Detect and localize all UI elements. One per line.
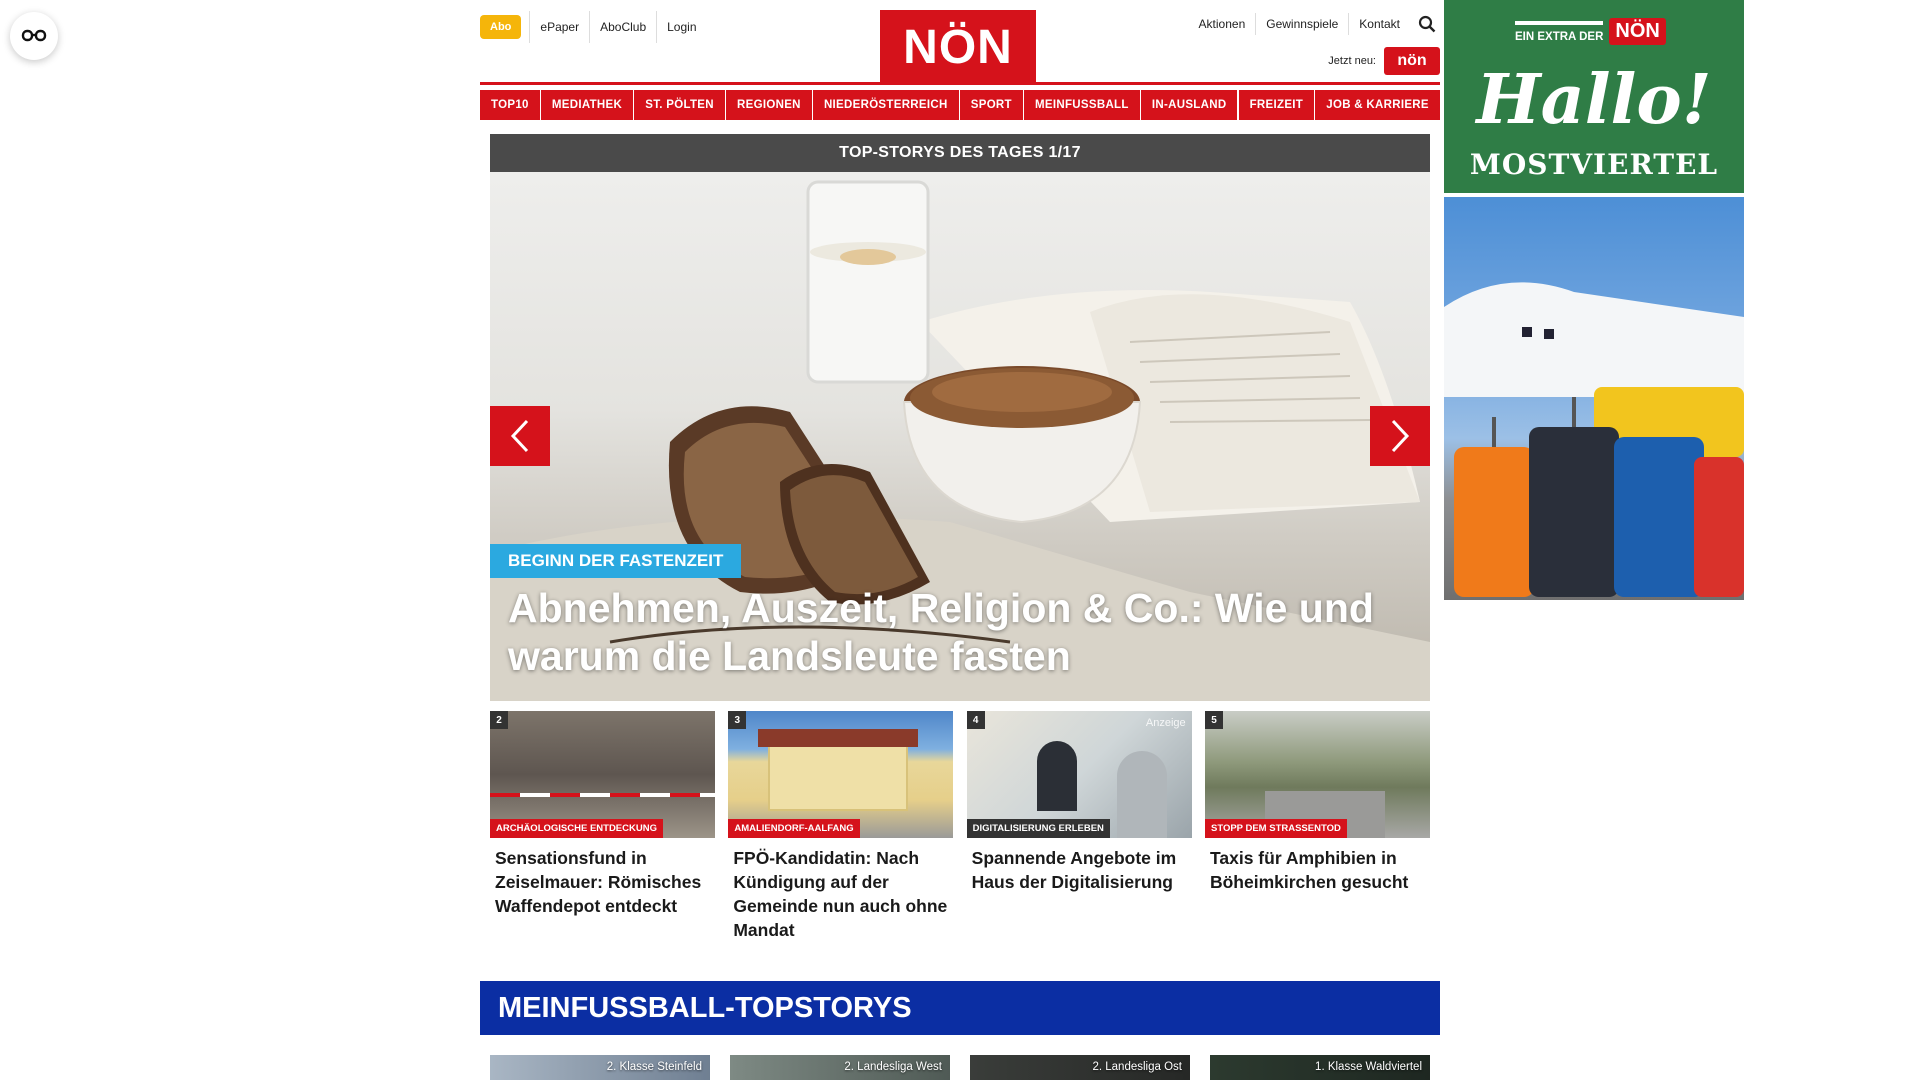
jetzt-neu-promo[interactable]: Jetzt neu: nön bbox=[1328, 47, 1440, 75]
teaser-title[interactable]: Sensationsfund in Zeiselmauer: Römisches… bbox=[490, 838, 715, 918]
football-card[interactable]: 1. Klasse Waldviertel bbox=[1210, 1055, 1430, 1080]
teaser-card[interactable]: 4 Anzeige DIGITALISIERUNG ERLEBEN Spanne… bbox=[966, 711, 1192, 942]
aboclub-link[interactable]: AboClub bbox=[589, 11, 656, 43]
nav-job-karriere[interactable]: JOB & KARRIERE bbox=[1315, 90, 1440, 120]
rank-number: 4 bbox=[966, 711, 985, 729]
nav-sport[interactable]: SPORT bbox=[959, 90, 1023, 120]
meinfussball-section-title[interactable]: MEINFUSSBALL-TOPSTORYS bbox=[480, 981, 1440, 1035]
league-label: 2. Klasse Steinfeld bbox=[606, 1061, 702, 1073]
teaser-card[interactable]: 3 AMALIENDORF-AALFANG FPÖ-Kandidatin: Na… bbox=[728, 711, 954, 942]
airplane-luggage-image bbox=[1444, 282, 1744, 597]
rank-number: 3 bbox=[728, 711, 747, 729]
aktionen-link[interactable]: Aktionen bbox=[1189, 13, 1256, 35]
login-link[interactable]: Login bbox=[656, 11, 706, 43]
header-divider bbox=[480, 82, 1440, 85]
nav-regionen[interactable]: REGIONEN bbox=[726, 90, 812, 120]
search-button[interactable] bbox=[1414, 11, 1440, 37]
teaser-image: 3 AMALIENDORF-AALFANG bbox=[728, 711, 954, 838]
nav-mediathek[interactable]: MEDIATHEK bbox=[540, 90, 634, 120]
story-kicker: BEGINN DER FASTENZEIT bbox=[490, 544, 742, 578]
nav-top10[interactable]: TOP10 bbox=[480, 90, 540, 120]
kids-noen-logo: nön bbox=[1384, 47, 1440, 75]
story-teaser-row: 2 ARCHÄOLOGISCHE ENTDECKUNG Sensationsfu… bbox=[490, 711, 1430, 942]
top-service-bar: Abo ePaper AboClub Login bbox=[480, 10, 707, 44]
kontakt-link[interactable]: Kontakt bbox=[1348, 13, 1410, 35]
main-navigation: TOP10 MEDIATHEK ST. PÖLTEN REGIONEN NIED… bbox=[480, 90, 1440, 120]
ad-hallo-title: Hallo! bbox=[1476, 60, 1712, 140]
site-logo[interactable]: NÖN bbox=[880, 10, 1036, 84]
top-stories-slider: TOP-STORYS DES TAGES 1/17 BEGINN DER FAS… bbox=[490, 134, 1430, 701]
travel-ad-image[interactable] bbox=[1444, 197, 1744, 600]
teaser-card[interactable]: 2 ARCHÄOLOGISCHE ENTDECKUNG Sensationsfu… bbox=[490, 711, 715, 942]
nav-freizeit[interactable]: FREIZEIT bbox=[1238, 90, 1315, 120]
jetzt-neu-label: Jetzt neu: bbox=[1328, 55, 1376, 67]
teaser-title[interactable]: Taxis für Amphibien in Böheimkirchen ges… bbox=[1205, 838, 1430, 894]
abo-button[interactable]: Abo bbox=[480, 15, 522, 39]
nav-niederoesterreich[interactable]: NIEDERÖSTERREICH bbox=[812, 90, 959, 120]
gewinnspiele-link[interactable]: Gewinnspiele bbox=[1255, 13, 1348, 35]
teaser-tag: STOPP DEM STRASSENTOD bbox=[1204, 819, 1347, 838]
header-right-links: Aktionen Gewinnspiele Kontakt bbox=[1189, 10, 1440, 38]
rank-number: 5 bbox=[1204, 711, 1223, 729]
league-label: 2. Landesliga West bbox=[844, 1061, 942, 1073]
chevron-left-icon bbox=[510, 419, 529, 453]
search-icon bbox=[1418, 15, 1436, 33]
accessibility-button[interactable] bbox=[10, 12, 58, 60]
teaser-title[interactable]: FPÖ-Kandidatin: Nach Kündigung auf der G… bbox=[728, 838, 953, 942]
teaser-tag: DIGITALISIERUNG ERLEBEN bbox=[966, 819, 1110, 838]
slider-next-button[interactable] bbox=[1370, 406, 1430, 466]
main-column: Abo ePaper AboClub Login NÖN Aktionen Ge… bbox=[480, 0, 1440, 1080]
teaser-title[interactable]: Spannende Angebote im Haus der Digitalis… bbox=[967, 838, 1192, 894]
nav-st-poelten[interactable]: ST. PÖLTEN bbox=[634, 90, 725, 120]
teaser-tag: AMALIENDORF-AALFANG bbox=[728, 819, 860, 838]
slider-prev-button[interactable] bbox=[490, 406, 550, 466]
rank-number: 2 bbox=[490, 711, 508, 729]
teaser-image: 5 STOPP DEM STRASSENTOD bbox=[1204, 711, 1430, 838]
teaser-tag: ARCHÄOLOGISCHE ENTDECKUNG bbox=[490, 819, 663, 838]
epaper-link[interactable]: ePaper bbox=[529, 11, 589, 43]
meinfussball-card-row: 2. Klasse Steinfeld 2. Landesliga West 2… bbox=[490, 1055, 1430, 1080]
hallo-mostviertel-ad[interactable]: EIN EXTRA DER NÖN Hallo! MOSTVIERTEL bbox=[1444, 0, 1744, 193]
ad-region-title: MOSTVIERTEL bbox=[1469, 148, 1719, 181]
chevron-right-icon bbox=[1391, 419, 1410, 453]
ad-brand-line: EIN EXTRA DER NÖN bbox=[1515, 18, 1666, 45]
football-card[interactable]: 2. Landesliga Ost bbox=[970, 1055, 1190, 1080]
nav-in-ausland[interactable]: IN-AUSLAND bbox=[1140, 90, 1238, 120]
league-label: 1. Klasse Waldviertel bbox=[1315, 1061, 1422, 1073]
hero-story-image[interactable]: BEGINN DER FASTENZEIT Abnehmen, Auszeit,… bbox=[490, 172, 1430, 701]
nav-meinfussball[interactable]: MEINFUSSBALL bbox=[1024, 90, 1140, 120]
story-headline[interactable]: Abnehmen, Auszeit, Religion & Co.: Wie u… bbox=[508, 584, 1408, 680]
league-label: 2. Landesliga Ost bbox=[1092, 1061, 1182, 1073]
teaser-image: 2 ARCHÄOLOGISCHE ENTDECKUNG bbox=[490, 711, 715, 838]
ad-noen-logo: NÖN bbox=[1609, 18, 1666, 45]
teaser-image: 4 Anzeige DIGITALISIERUNG ERLEBEN bbox=[966, 711, 1192, 838]
slider-header: TOP-STORYS DES TAGES 1/17 bbox=[490, 134, 1430, 172]
football-card[interactable]: 2. Klasse Steinfeld bbox=[490, 1055, 710, 1080]
ad-extra-label: EIN EXTRA DER bbox=[1515, 20, 1604, 43]
glasses-icon bbox=[21, 29, 47, 42]
teaser-card[interactable]: 5 STOPP DEM STRASSENTOD Taxis für Amphib… bbox=[1204, 711, 1430, 942]
sponsored-label: Anzeige bbox=[1145, 717, 1186, 729]
football-card[interactable]: 2. Landesliga West bbox=[730, 1055, 950, 1080]
